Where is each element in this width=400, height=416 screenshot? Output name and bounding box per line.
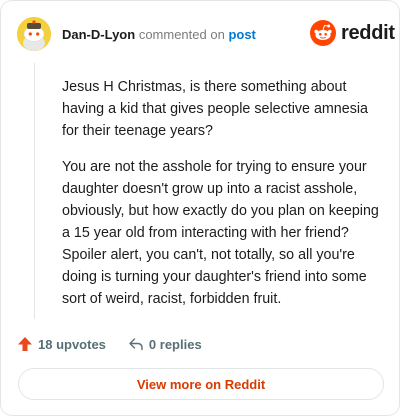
avatar-snoo-icon <box>17 17 51 51</box>
avatar[interactable] <box>17 17 51 51</box>
upvote-count: 18 upvotes <box>38 336 106 352</box>
reply-icon <box>129 338 143 351</box>
post-link[interactable]: post <box>228 27 255 42</box>
replies-button[interactable]: 0 replies <box>128 336 202 352</box>
reply-count: 0 replies <box>148 336 202 352</box>
reddit-logo-icon <box>310 20 336 46</box>
author-name[interactable]: Dan-D-Lyon <box>62 27 135 42</box>
comment-header: Dan-D-Lyon commented on post <box>62 27 256 43</box>
comment-paragraph: Jesus H Christmas, is there something ab… <box>62 79 368 139</box>
upvote-button[interactable]: 18 upvotes <box>17 336 106 352</box>
view-more-button[interactable]: View more on Reddit <box>18 368 384 400</box>
upvote-arrow-icon <box>18 337 32 351</box>
reddit-logo[interactable]: reddit <box>310 19 395 47</box>
comment-actions: 18 upvotes 0 replies <box>17 334 202 354</box>
commented-on-text: commented on <box>138 27 225 42</box>
comment-embed-card: Dan-D-Lyon commented on post reddit Jesu… <box>0 0 400 416</box>
comment-paragraph: You are not the asshole for trying to en… <box>62 159 379 307</box>
reddit-wordmark: reddit <box>341 21 395 44</box>
comment-body: Jesus H Christmas, is there something ab… <box>62 76 382 324</box>
thread-line <box>34 63 35 319</box>
